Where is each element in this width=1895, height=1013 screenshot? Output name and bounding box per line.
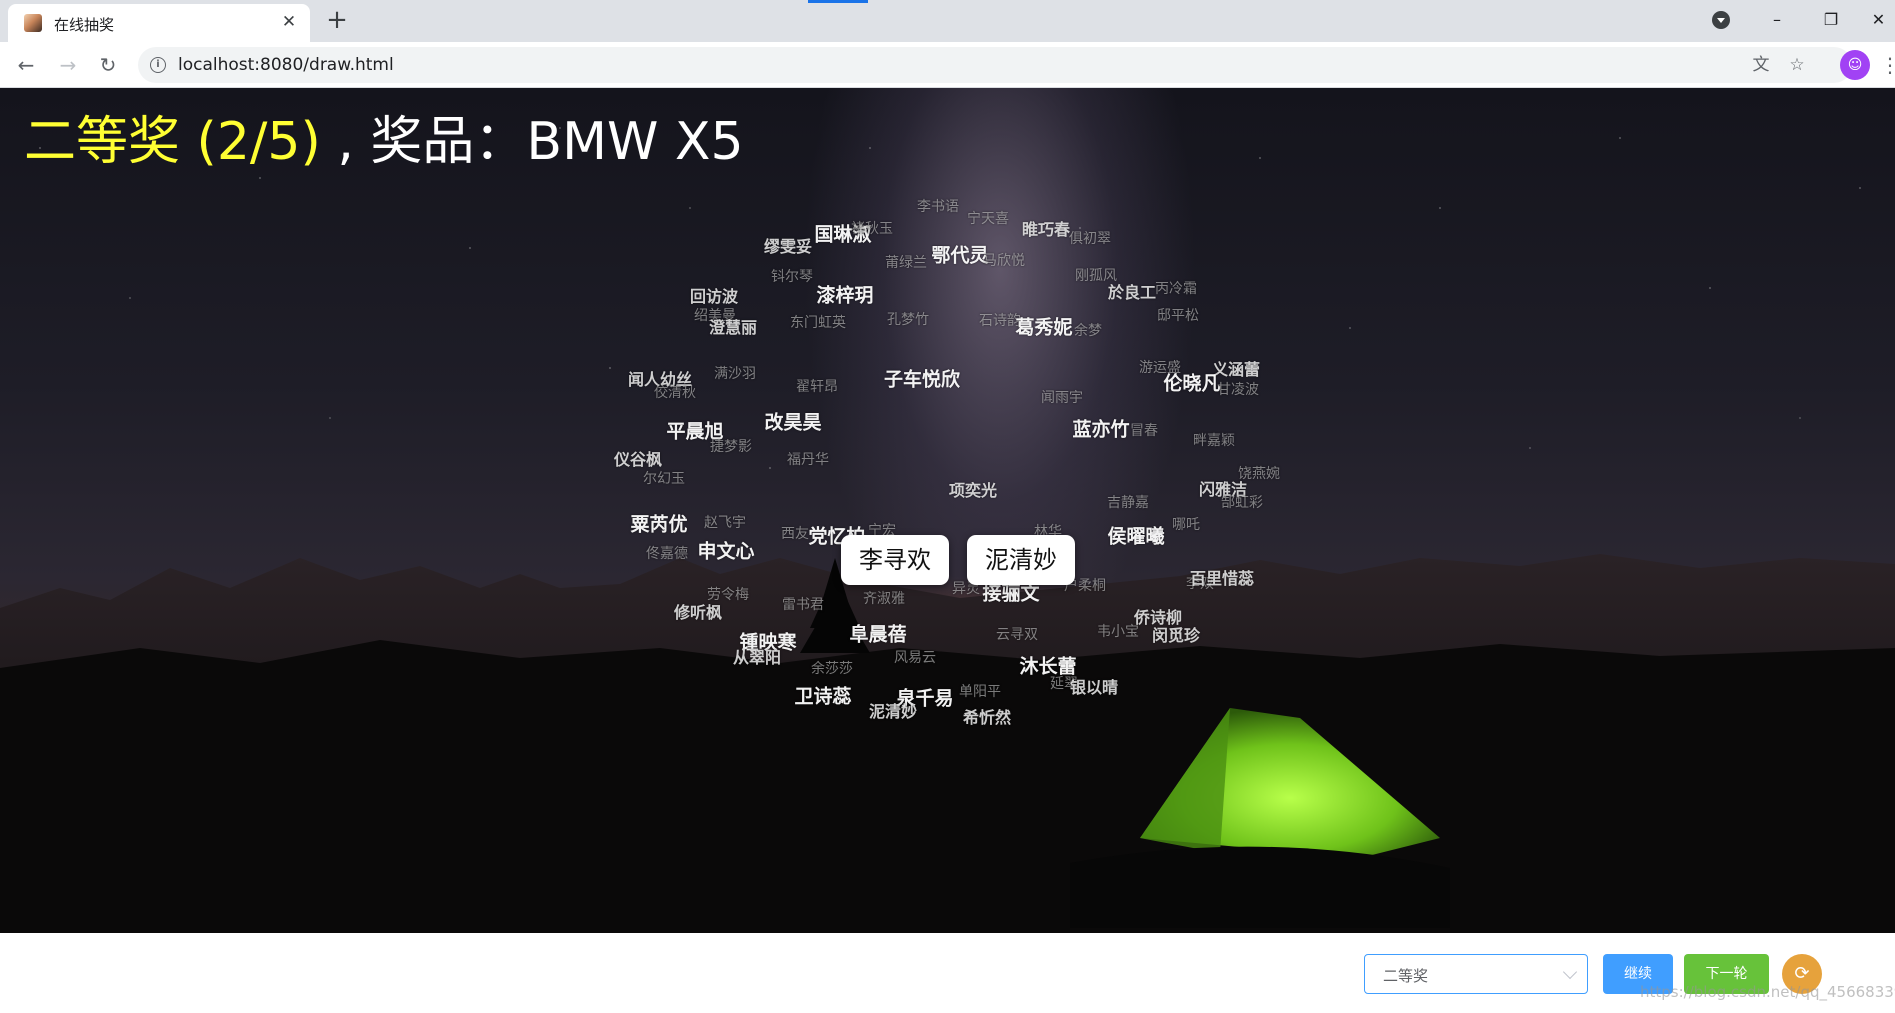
site-info-icon[interactable]: i [150, 57, 166, 73]
tab-search-icon[interactable] [1712, 11, 1730, 29]
participant-name: 丙冷霜 [1155, 281, 1197, 297]
participant-name: 澄慧丽 [708, 318, 758, 337]
participant-name: 满沙羽 [714, 366, 756, 382]
restore-window-button[interactable]: ❐ [1808, 2, 1854, 38]
participant-name: 俱初翠 [1069, 231, 1111, 247]
participant-name: 蓝亦竹 [1072, 418, 1130, 441]
chevron-down-icon [1562, 964, 1578, 980]
address-bar[interactable]: i localhost:8080/draw.html 文 ☆ [138, 47, 1852, 83]
participant-name: 莆绿兰 [885, 255, 927, 271]
participant-name: 余梦 [1074, 323, 1102, 339]
close-window-button[interactable]: ✕ [1862, 2, 1895, 38]
participant-name: 褚秋玉 [851, 221, 893, 237]
participant-name: 卫诗蕊 [794, 685, 852, 708]
reload-button[interactable]: ↻ [92, 49, 124, 81]
participant-name: 钭尔琴 [771, 269, 813, 285]
participant-name: 子车悦欣 [883, 368, 961, 391]
participant-name: 缪雯妥 [763, 237, 813, 256]
back-button[interactable]: ← [10, 49, 42, 81]
participant-name: 仪谷枫 [613, 450, 663, 469]
participant-name: 尔幻玉 [643, 471, 685, 487]
profile-avatar[interactable]: ☺ [1840, 50, 1870, 80]
participant-name: 赵飞宇 [704, 515, 746, 531]
participant-name: 粟芮优 [630, 513, 688, 536]
participant-name: 改昊昊 [764, 411, 822, 434]
participant-name: 齐淑雅 [863, 591, 905, 607]
participant-name: 侯曜曦 [1107, 525, 1165, 548]
prize-level-select[interactable]: 二等奖 [1364, 954, 1588, 994]
participant-name: 福丹华 [787, 452, 829, 468]
browser-menu-icon[interactable]: ⋮ [1880, 50, 1895, 80]
participant-name: 云寻双 [996, 627, 1038, 643]
participant-name: 佼清秋 [654, 385, 696, 401]
loading-indicator [808, 0, 868, 3]
participant-name: 从翠阳 [732, 648, 782, 667]
participant-name: 漆梓玥 [816, 284, 874, 307]
participant-name: 李书语 [917, 199, 959, 215]
participant-name: 吉静嘉 [1107, 495, 1149, 511]
participant-name: 宁天喜 [967, 211, 1009, 227]
participant-name: 孔梦竹 [887, 312, 929, 328]
watermark-text: https://blog.csdn.net/qq_45668339 [1640, 983, 1895, 1001]
participant-name: 西友 [781, 526, 809, 542]
participant-name: 捷梦影 [710, 439, 752, 455]
participant-name: 翟轩昂 [796, 379, 838, 395]
winner-card: 泥清妙 [967, 535, 1075, 585]
participant-name: 回访波 [689, 287, 739, 306]
tab-title: 在线抽奖 [54, 16, 115, 34]
participant-name: 项奕光 [948, 481, 998, 500]
participant-name: 希忻然 [962, 708, 1012, 727]
minimize-window-button[interactable]: – [1754, 2, 1800, 38]
participant-name: 哪吒 [1172, 517, 1200, 533]
prize-level-select-value: 二等奖 [1383, 967, 1429, 985]
participant-name: 泥清妙 [868, 702, 918, 721]
participant-name: 闻雨宇 [1041, 390, 1083, 406]
participant-name: 甘凌波 [1217, 382, 1259, 398]
forward-button[interactable]: → [52, 49, 84, 81]
participant-name: 修听枫 [673, 603, 723, 622]
participant-name: 鄂代灵 [931, 244, 989, 267]
url-text[interactable]: localhost:8080/draw.html [178, 55, 394, 75]
participant-name: 冒春 [1130, 423, 1158, 439]
bookmark-star-icon[interactable]: ☆ [1786, 54, 1808, 76]
participant-name: 葛秀妮 [1015, 316, 1073, 339]
winner-card: 李寻欢 [841, 535, 949, 585]
participant-name: 阜晨蓓 [849, 623, 907, 646]
participant-name: 风易云 [894, 650, 936, 666]
participant-name: 佟嘉德 [646, 546, 688, 562]
browser-toolbar: ← → ↻ i localhost:8080/draw.html 文 ☆ ☺ ⋮ [0, 42, 1895, 88]
new-tab-button[interactable]: + [322, 6, 352, 36]
browser-tab[interactable]: 在线抽奖 ✕ [8, 4, 310, 42]
participant-name: 申文心 [697, 540, 755, 563]
participant-name: 东门虹英 [790, 315, 846, 331]
participant-name: 邸平松 [1157, 308, 1199, 324]
participant-name: 睢巧春 [1021, 220, 1071, 239]
participant-name: 闵觅珍 [1151, 626, 1201, 645]
lottery-stage: 二等奖 (2/5) , 奖品：BMW X5 李书语 宁天喜 睢巧春 国琳淑 褚秋玉 俱初翠… [0, 88, 1895, 933]
participant-name: 伦晓凡 [1163, 372, 1221, 395]
tab-favicon-icon [24, 14, 42, 32]
participant-name: 单阳平 [959, 684, 1001, 700]
translate-icon[interactable]: 文 [1750, 54, 1772, 76]
participant-name: 雷书君 [782, 597, 824, 613]
close-tab-icon[interactable]: ✕ [278, 11, 300, 33]
participant-name: 韦小宝 [1097, 624, 1139, 640]
participant-name: 余莎莎 [811, 661, 853, 677]
participant-name: 郜虹彩 [1221, 495, 1263, 511]
participant-name-cloud: 李书语 宁天喜 睢巧春 国琳淑 褚秋玉 俱初翠 缪雯妥 鄂代灵 莆绿兰 马欣悦 钭尔琴 刚孤风 於良工丙… [0, 88, 1895, 933]
participant-name: 畔嘉颖 [1193, 433, 1235, 449]
participant-name: 银以晴 [1069, 678, 1119, 697]
participant-name: 百里惜蕊 [1189, 569, 1255, 588]
browser-tab-strip: 在线抽奖 ✕ + – ❐ ✕ [0, 0, 1895, 42]
draw-controls: 二等奖 继续 下一轮 ⟳ https://blog.csdn.net/qq_45… [0, 933, 1895, 1013]
participant-name: 於良工 [1107, 283, 1157, 302]
participant-name: 马欣悦 [983, 253, 1025, 269]
